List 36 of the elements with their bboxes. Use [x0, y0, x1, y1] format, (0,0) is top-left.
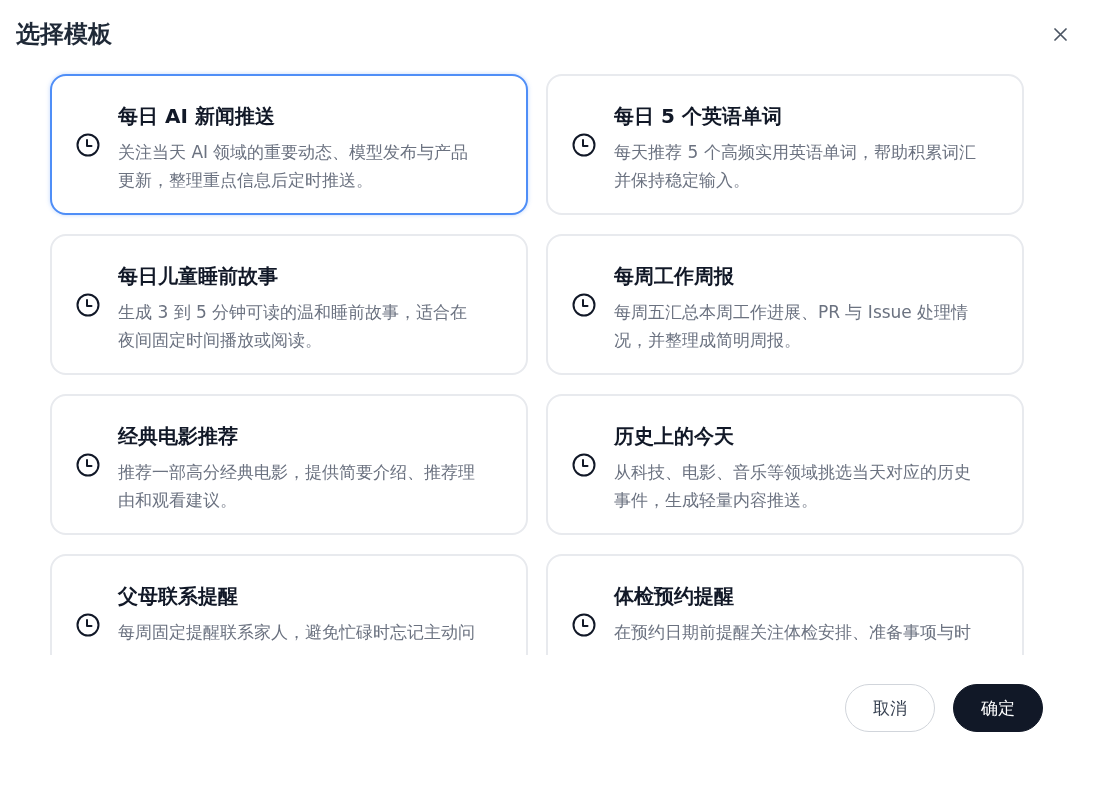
template-card[interactable]: 历史上的今天 从科技、电影、音乐等领域挑选当天对应的历史事件，生成轻量内容推送。 — [546, 394, 1024, 535]
template-card[interactable]: 父母联系提醒 每周固定提醒联系家人，避免忙碌时忘记主动问 — [50, 554, 528, 655]
template-title: 经典电影推荐 — [118, 423, 239, 450]
cancel-button[interactable]: 取消 — [845, 684, 935, 732]
template-card[interactable]: 每日 AI 新闻推送 关注当天 AI 领域的重要动态、模型发布与产品更新，整理重点信息后定时推送。 — [50, 74, 528, 215]
template-card[interactable]: 体检预约提醒 在预约日期前提醒关注体检安排、准备事项与时 — [546, 554, 1024, 655]
template-description: 生成 3 到 5 分钟可读的温和睡前故事，适合在夜间固定时间播放或阅读。 — [118, 301, 469, 352]
clock-icon — [76, 132, 100, 157]
clock-icon — [76, 452, 100, 477]
template-title: 父母联系提醒 — [118, 583, 239, 610]
clock-icon — [572, 612, 596, 637]
dialog-title: 选择模板 — [16, 19, 112, 50]
template-title: 每日 AI 新闻推送 — [118, 103, 276, 130]
template-title: 每周工作周报 — [614, 263, 735, 290]
template-title: 每日儿童睡前故事 — [118, 263, 279, 290]
template-description: 每周固定提醒联系家人，避免忙碌时忘记主动问 — [118, 621, 476, 644]
template-description: 从科技、电影、音乐等领域挑选当天对应的历史事件，生成轻量内容推送。 — [614, 461, 972, 512]
template-card[interactable]: 经典电影推荐 推荐一部高分经典电影，提供简要介绍、推荐理由和观看建议。 — [50, 394, 528, 535]
template-title: 历史上的今天 — [614, 423, 735, 450]
template-title: 每日 5 个英语单词 — [614, 103, 783, 130]
template-card[interactable]: 每日 5 个英语单词 每天推荐 5 个高频实用英语单词，帮助积累词汇并保持稳定输入。 — [546, 74, 1024, 215]
template-description: 每天推荐 5 个高频实用英语单词，帮助积累词汇并保持稳定输入。 — [614, 141, 977, 192]
clock-icon — [572, 132, 596, 157]
template-description: 在预约日期前提醒关注体检安排、准备事项与时 — [614, 621, 972, 644]
template-description: 推荐一部高分经典电影，提供简要介绍、推荐理由和观看建议。 — [118, 461, 476, 512]
clock-icon — [572, 452, 596, 477]
close-icon — [1053, 27, 1067, 41]
template-description: 关注当天 AI 领域的重要动态、模型发布与产品更新，整理重点信息后定时推送。 — [118, 141, 470, 192]
template-card[interactable]: 每周工作周报 每周五汇总本周工作进展、PR 与 Issue 处理情况，并整理成简明周报。 — [546, 234, 1024, 375]
template-description: 每周五汇总本周工作进展、PR 与 Issue 处理情况，并整理成简明周报。 — [614, 301, 970, 352]
clock-icon — [76, 292, 100, 317]
clock-icon — [76, 612, 100, 637]
confirm-button[interactable]: 确定 — [953, 684, 1043, 732]
template-card[interactable]: 每日儿童睡前故事 生成 3 到 5 分钟可读的温和睡前故事，适合在夜间固定时间播放或阅读。 — [50, 234, 528, 375]
template-title: 体检预约提醒 — [614, 583, 735, 610]
clock-icon — [572, 292, 596, 317]
